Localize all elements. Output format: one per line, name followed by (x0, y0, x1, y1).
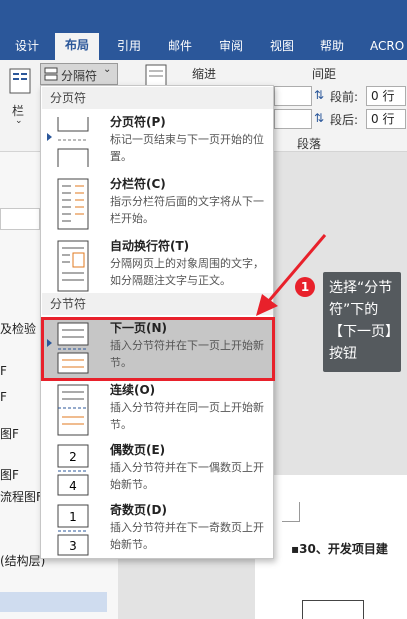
menu-item-odd-page[interactable]: 1 3 奇数页(D) 插入分节符并在下一奇数页上开始新节。 (42, 499, 273, 561)
tab-view[interactable]: 视图 (270, 36, 294, 56)
instruction-callout: 选择“分节符”下的【下一页】按钮 (323, 272, 401, 372)
menu-item-description: 插入分节符并在下一偶数页上开始新节。 (110, 461, 264, 491)
spacing-label: 间距 (312, 67, 337, 81)
chevron-down-icon: ⌄ (103, 64, 112, 75)
breaks-button[interactable]: 分隔符 ⌄ (40, 63, 118, 85)
document-page[interactable]: ▪30、开发项目建 (255, 475, 407, 619)
nav-selected-item[interactable] (0, 592, 107, 612)
column-break-icon (57, 178, 89, 230)
document-table (302, 600, 364, 619)
spacing-after-field[interactable]: 0 行 (366, 109, 406, 129)
text-wrapping-icon (57, 240, 89, 292)
menu-item-title: 分页符(P) (110, 115, 166, 129)
continuous-icon (57, 384, 89, 436)
selection-marker-icon (47, 133, 52, 141)
tab-mailings[interactable]: 邮件 (168, 36, 192, 56)
nav-item[interactable]: 图F (0, 425, 19, 442)
page-corner-mark (282, 502, 300, 522)
tab-acrobat[interactable]: ACRO (370, 36, 404, 56)
breaks-icon (44, 67, 58, 81)
menu-item-description: 插入分节符并在下一奇数页上开始新节。 (110, 521, 264, 551)
tab-layout[interactable]: 布局 (55, 33, 100, 60)
menu-item-description: 指示分栏符后面的文字将从下一栏开始。 (110, 195, 264, 225)
spacing-before-icon: ⇅ (314, 88, 325, 102)
nav-item[interactable]: 流程图F (0, 488, 43, 505)
ribbon-tab-bar: 设计 布局 引用 邮件 审阅 视图 帮助 ACRO (0, 0, 407, 60)
svg-text:2: 2 (69, 450, 77, 464)
menu-item-description: 插入分节符并在同一页上开始新节。 (110, 401, 264, 431)
menu-item-even-page[interactable]: 2 4 偶数页(E) 插入分节符并在下一偶数页上开始新节。 (42, 439, 273, 501)
step-badge: 1 (295, 277, 315, 297)
tab-references[interactable]: 引用 (117, 36, 141, 56)
nav-item[interactable]: (结构层) (0, 552, 45, 569)
tab-review[interactable]: 审阅 (219, 36, 243, 56)
indent-label: 缩进 (192, 67, 217, 81)
document-heading: ▪30、开发项目建 (291, 542, 388, 556)
menu-item-continuous[interactable]: 连续(O) 插入分节符并在同一页上开始新节。 (42, 379, 273, 441)
menu-item-title: 连续(O) (110, 383, 156, 397)
columns-icon (9, 68, 31, 94)
spacing-before-field[interactable]: 0 行 (366, 86, 406, 106)
nav-item[interactable]: 图F (0, 466, 19, 483)
page-breaks-header: 分页符 (42, 87, 273, 109)
menu-item-text-wrapping[interactable]: 自动换行符(T) 分隔网页上的对象周围的文字，如分隔题注文字与正文。 (42, 235, 273, 297)
svg-text:4: 4 (69, 479, 77, 493)
nav-item[interactable]: F (0, 364, 7, 378)
menu-item-title: 奇数页(D) (110, 503, 167, 517)
nav-item[interactable]: 及检验 (0, 320, 36, 337)
nav-item[interactable]: F (0, 390, 7, 404)
menu-item-title: 偶数页(E) (110, 443, 166, 457)
menu-item-column-break[interactable]: 分栏符(C) 指示分栏符后面的文字将从下一栏开始。 (42, 173, 273, 235)
chevron-down-icon: ⌄ (15, 116, 23, 126)
menu-item-title: 自动换行符(T) (110, 239, 190, 253)
spacing-after-label: 段后: (330, 113, 359, 127)
paragraph-group-label: 段落 (297, 137, 322, 151)
menu-item-description: 分隔网页上的对象周围的文字，如分隔题注文字与正文。 (110, 257, 264, 287)
even-page-icon: 2 4 (57, 444, 89, 496)
columns-button[interactable]: 栏 ⌄ (6, 66, 34, 126)
indent-left-field[interactable] (274, 86, 312, 106)
spacing-before-label: 段前: (330, 90, 359, 104)
tab-design[interactable]: 设计 (15, 36, 39, 56)
menu-item-page-break[interactable]: 分页符(P) 标记一页结束与下一页开始的位置。 (42, 111, 273, 173)
page-break-icon (57, 117, 89, 167)
svg-text:3: 3 (69, 539, 77, 553)
nav-search-box[interactable] (0, 208, 40, 230)
menu-item-title: 分栏符(C) (110, 177, 166, 191)
section-breaks-header: 分节符 (42, 293, 273, 315)
indent-right-field[interactable] (274, 109, 312, 129)
highlight-box (41, 317, 275, 381)
svg-text:1: 1 (69, 510, 77, 524)
spacing-after-icon: ⇅ (314, 111, 325, 125)
breaks-label: 分隔符 (61, 69, 98, 83)
menu-item-description: 标记一页结束与下一页开始的位置。 (110, 133, 264, 163)
tab-help[interactable]: 帮助 (320, 36, 344, 56)
odd-page-icon: 1 3 (57, 504, 89, 556)
